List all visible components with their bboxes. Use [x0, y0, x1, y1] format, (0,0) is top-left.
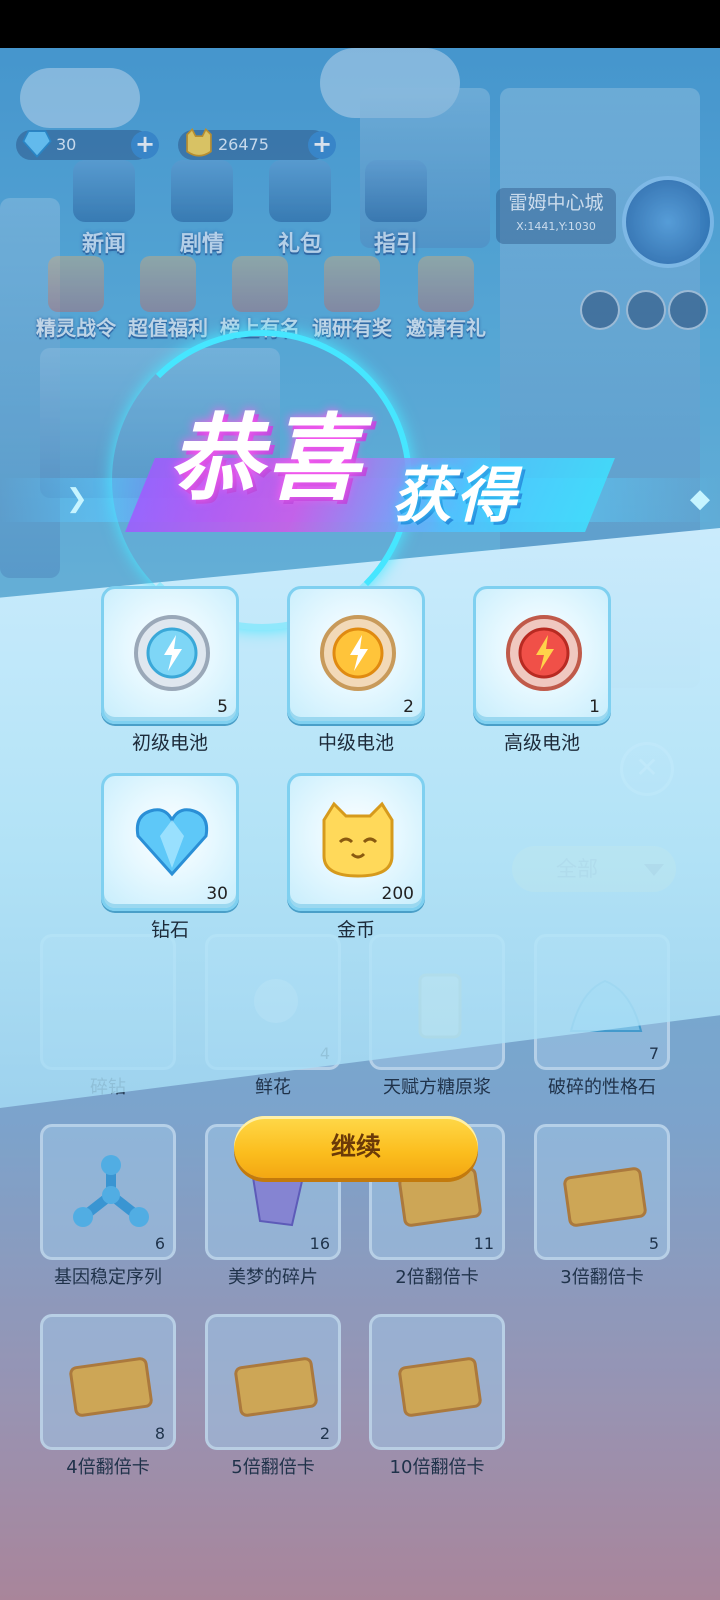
title-congrats: 恭喜 — [168, 405, 365, 514]
left-arrow-icon: ❯ — [66, 484, 88, 514]
reward-item[interactable]: 30 钻石 — [101, 773, 239, 943]
reward-item[interactable]: 200 金币 — [287, 773, 425, 943]
reward-qty: 200 — [381, 884, 414, 904]
reward-name: 中级电池 — [317, 732, 394, 754]
reward-name: 高级电池 — [503, 732, 580, 754]
reward-card: 5 — [101, 586, 239, 724]
reward-item[interactable]: 5 初级电池 — [101, 586, 239, 756]
silver-battery-gear-icon — [134, 615, 210, 691]
cat-coin-icon — [322, 801, 394, 878]
reward-item[interactable]: 2 中级电池 — [287, 586, 425, 756]
reward-name: 金币 — [336, 919, 375, 941]
red-battery-gear-icon — [506, 615, 582, 691]
reward-card: 1 — [473, 586, 611, 724]
reward-name: 初级电池 — [131, 732, 208, 754]
reward-qty: 30 — [206, 884, 228, 904]
reward-card: 2 — [287, 586, 425, 724]
reward-card: 30 — [101, 773, 239, 911]
status-bar — [0, 0, 720, 48]
gold-battery-gear-icon — [320, 615, 396, 691]
reward-qty: 1 — [589, 697, 600, 717]
reward-item[interactable]: 1 高级电池 — [473, 586, 611, 756]
reward-qty: 5 — [217, 697, 228, 717]
reward-name: 钻石 — [150, 919, 189, 941]
title-obtained: 获得 — [392, 461, 520, 531]
blue-heart-diamond-icon — [135, 808, 209, 877]
reward-card: 200 — [287, 773, 425, 911]
diamond-deco-icon: ◆ — [690, 484, 710, 514]
reward-qty: 2 — [403, 697, 414, 717]
continue-button[interactable]: 继续 — [234, 1116, 478, 1178]
